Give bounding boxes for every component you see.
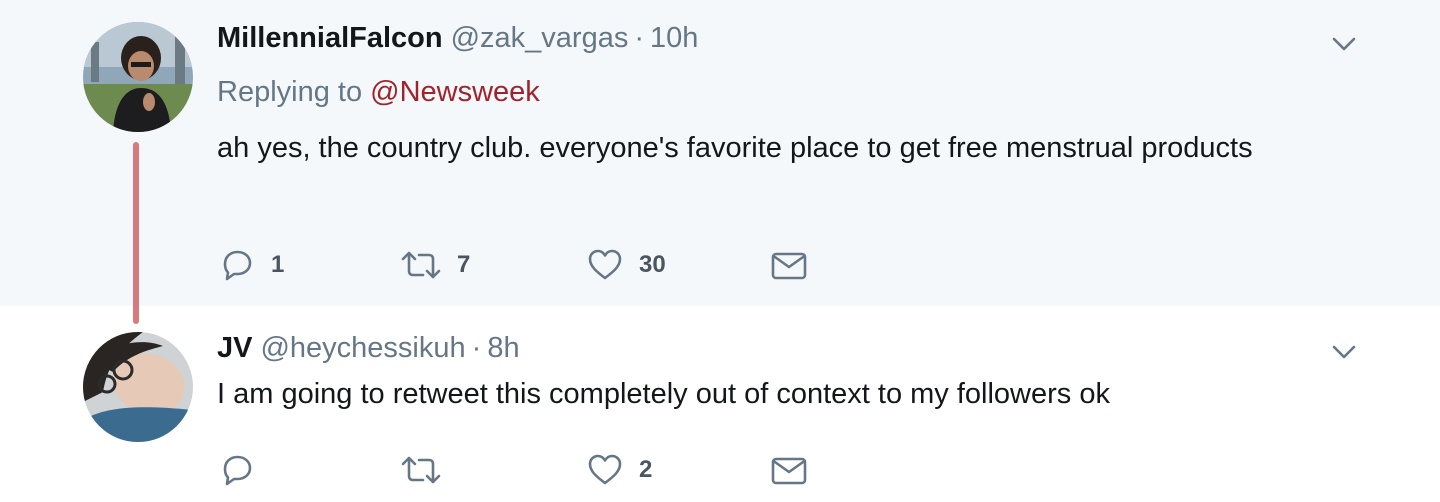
reply-button[interactable] <box>217 448 271 492</box>
display-name[interactable]: JV <box>217 332 252 364</box>
tweet-actions: 1 7 30 <box>217 243 917 287</box>
tweet-actions: 2 <box>217 448 917 492</box>
envelope-icon <box>771 252 807 280</box>
display-name[interactable]: MillennialFalcon <box>217 22 443 54</box>
retweet-count: 7 <box>457 251 471 278</box>
like-button[interactable]: 30 <box>585 243 666 287</box>
tweet-header: MillennialFalcon @zak_vargas · 10h <box>217 20 698 56</box>
retweet-icon <box>401 251 441 279</box>
heart-icon <box>588 454 622 485</box>
tweet-text: I am going to retweet this completely ou… <box>217 378 1110 410</box>
user-handle[interactable]: @heychessikuh <box>260 332 465 364</box>
separator-dot: · <box>471 332 482 364</box>
tweet-millennialfalcon[interactable]: MillennialFalcon @zak_vargas · 10h Replying… <box>0 0 1440 306</box>
timestamp[interactable]: 8h <box>487 332 519 364</box>
heart-icon <box>588 249 622 280</box>
chevron-down-icon <box>1332 345 1356 359</box>
envelope-icon <box>771 457 807 485</box>
separator-dot: · <box>634 22 645 54</box>
thread-connector-line <box>133 142 139 324</box>
reply-count: 1 <box>271 251 285 278</box>
retweet-button[interactable]: 7 <box>399 243 470 287</box>
chevron-down-icon <box>1332 37 1356 51</box>
avatar-photo-icon <box>83 22 193 132</box>
timestamp[interactable]: 10h <box>650 22 698 54</box>
reply-icon <box>223 455 252 486</box>
direct-message-button[interactable] <box>769 243 809 287</box>
like-button[interactable]: 2 <box>585 448 652 492</box>
replying-to-label: Replying to <box>217 76 363 108</box>
user-handle[interactable]: @zak_vargas <box>451 22 629 54</box>
tweet-jv[interactable]: JV @heychessikuh · 8h I am going to retweet… <box>0 306 1440 502</box>
avatar-photo-icon <box>83 332 193 442</box>
replying-to-mention-link[interactable]: @Newsweek <box>370 76 540 108</box>
tweet-text: ah yes, the country club. everyone's fav… <box>217 132 1253 164</box>
tweet-header: JV @heychessikuh · 8h <box>217 330 520 366</box>
reply-icon <box>223 250 252 281</box>
retweet-button[interactable] <box>399 448 457 492</box>
replying-to: Replying to @Newsweek <box>217 72 540 112</box>
reply-button[interactable]: 1 <box>217 243 284 287</box>
like-count: 30 <box>639 251 666 278</box>
like-count: 2 <box>639 456 653 483</box>
retweet-icon <box>401 456 441 484</box>
avatar[interactable] <box>83 22 193 132</box>
avatar[interactable] <box>83 332 193 442</box>
more-options-button[interactable] <box>1328 28 1360 60</box>
direct-message-button[interactable] <box>769 448 809 492</box>
more-options-button[interactable] <box>1328 336 1360 368</box>
